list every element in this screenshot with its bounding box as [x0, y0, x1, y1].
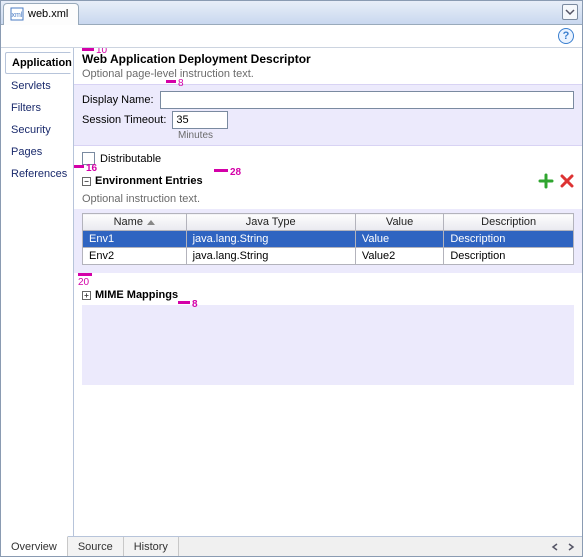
side-tab-references[interactable]: References — [5, 164, 71, 184]
side-tab-pages[interactable]: Pages — [5, 142, 71, 162]
page-subtext: Optional page-level instruction text. — [74, 66, 582, 84]
cell: Description — [444, 231, 574, 248]
env-section-title: Environment Entries — [95, 175, 203, 187]
editor-body: ? Application Servlets Filters Security … — [1, 25, 582, 556]
content-scroll: 10 Web Application Deployment Descriptor… — [74, 48, 582, 536]
side-tab-label: Application — [12, 57, 72, 69]
env-section-header: 16 − Environment Entries 28 — [74, 171, 582, 191]
env-table: Name Java Type Value Description Env1 ja… — [82, 213, 574, 265]
bottom-tab-label: Source — [78, 541, 113, 553]
side-tab-label: Pages — [11, 146, 42, 158]
env-actions — [538, 173, 574, 189]
file-tab[interactable]: xml web.xml — [3, 3, 79, 25]
col-javatype[interactable]: Java Type — [186, 214, 355, 231]
expand-icon[interactable]: + — [82, 291, 91, 300]
tab-next-icon[interactable] — [564, 540, 578, 554]
bottom-tab-label: Overview — [11, 541, 57, 553]
cell: Value — [355, 231, 443, 248]
cell: Value2 — [355, 248, 443, 265]
window-menu-button[interactable] — [562, 4, 578, 20]
mime-section-header: + MIME Mappings 8 — [74, 287, 582, 303]
delete-icon[interactable] — [560, 174, 574, 188]
table-row[interactable]: Env1 java.lang.String Value Description — [83, 231, 574, 248]
distributable-label: Distributable — [100, 153, 161, 165]
add-icon[interactable] — [538, 173, 554, 189]
content-area: 10 Web Application Deployment Descriptor… — [73, 48, 582, 536]
editor-window: xml web.xml ? Application Servlets Filte… — [0, 0, 583, 557]
side-tab-label: Filters — [11, 102, 41, 114]
titlebar: xml web.xml — [1, 1, 582, 25]
session-timeout-input[interactable] — [172, 111, 228, 129]
table-row[interactable]: Env2 java.lang.String Value2 Description — [83, 248, 574, 265]
cell: java.lang.String — [186, 248, 355, 265]
table-header-row: Name Java Type Value Description — [83, 214, 574, 231]
bottom-tab-source[interactable]: Source — [68, 537, 124, 556]
cell: Description — [444, 248, 574, 265]
distributable-row: Distributable — [74, 146, 582, 171]
env-subtext: Optional instruction text. — [74, 191, 582, 209]
form-band: 8 8 8 Display Name: Session Timeout: Min… — [74, 84, 582, 146]
side-tab-label: Security — [11, 124, 51, 136]
bottom-tab-overview[interactable]: Overview — [1, 536, 68, 556]
bottom-tab-history[interactable]: History — [124, 537, 179, 556]
cell: java.lang.String — [186, 231, 355, 248]
bottom-tab-label: History — [134, 541, 168, 553]
side-tabs: Application Servlets Filters Security Pa… — [1, 48, 73, 536]
display-name-row: Display Name: — [82, 91, 574, 109]
mime-empty-band — [82, 305, 574, 385]
col-value[interactable]: Value — [355, 214, 443, 231]
tab-prev-icon[interactable] — [548, 540, 562, 554]
bottom-tabs: Overview Source History — [1, 536, 582, 556]
session-timeout-unit: Minutes — [178, 130, 574, 141]
side-tab-filters[interactable]: Filters — [5, 98, 71, 118]
xml-file-icon: xml — [10, 7, 24, 21]
env-table-band: Name Java Type Value Description Env1 ja… — [74, 209, 582, 273]
session-timeout-row: Session Timeout: — [82, 111, 574, 129]
cell: Env1 — [83, 231, 187, 248]
file-tab-label: web.xml — [28, 8, 68, 20]
bottom-tab-nav — [548, 537, 582, 556]
help-icon[interactable]: ? — [558, 28, 574, 44]
session-timeout-label: Session Timeout: — [82, 114, 166, 126]
svg-text:xml: xml — [12, 12, 23, 19]
editor-area: Application Servlets Filters Security Pa… — [1, 47, 582, 536]
page-title: Web Application Deployment Descriptor — [74, 48, 582, 66]
side-tab-security[interactable]: Security — [5, 120, 71, 140]
display-name-label: Display Name: — [82, 94, 154, 106]
col-name[interactable]: Name — [83, 214, 187, 231]
mime-section-title: MIME Mappings — [95, 289, 178, 301]
side-tab-servlets[interactable]: Servlets — [5, 76, 71, 96]
side-tab-label: References — [11, 168, 67, 180]
col-description[interactable]: Description — [444, 214, 574, 231]
display-name-input[interactable] — [160, 91, 574, 109]
distributable-checkbox[interactable] — [82, 152, 95, 165]
help-row: ? — [1, 25, 582, 47]
side-tab-label: Servlets — [11, 80, 51, 92]
side-tab-application[interactable]: Application — [5, 52, 71, 74]
cell: Env2 — [83, 248, 187, 265]
sort-asc-icon — [147, 220, 155, 225]
collapse-icon[interactable]: − — [82, 177, 91, 186]
